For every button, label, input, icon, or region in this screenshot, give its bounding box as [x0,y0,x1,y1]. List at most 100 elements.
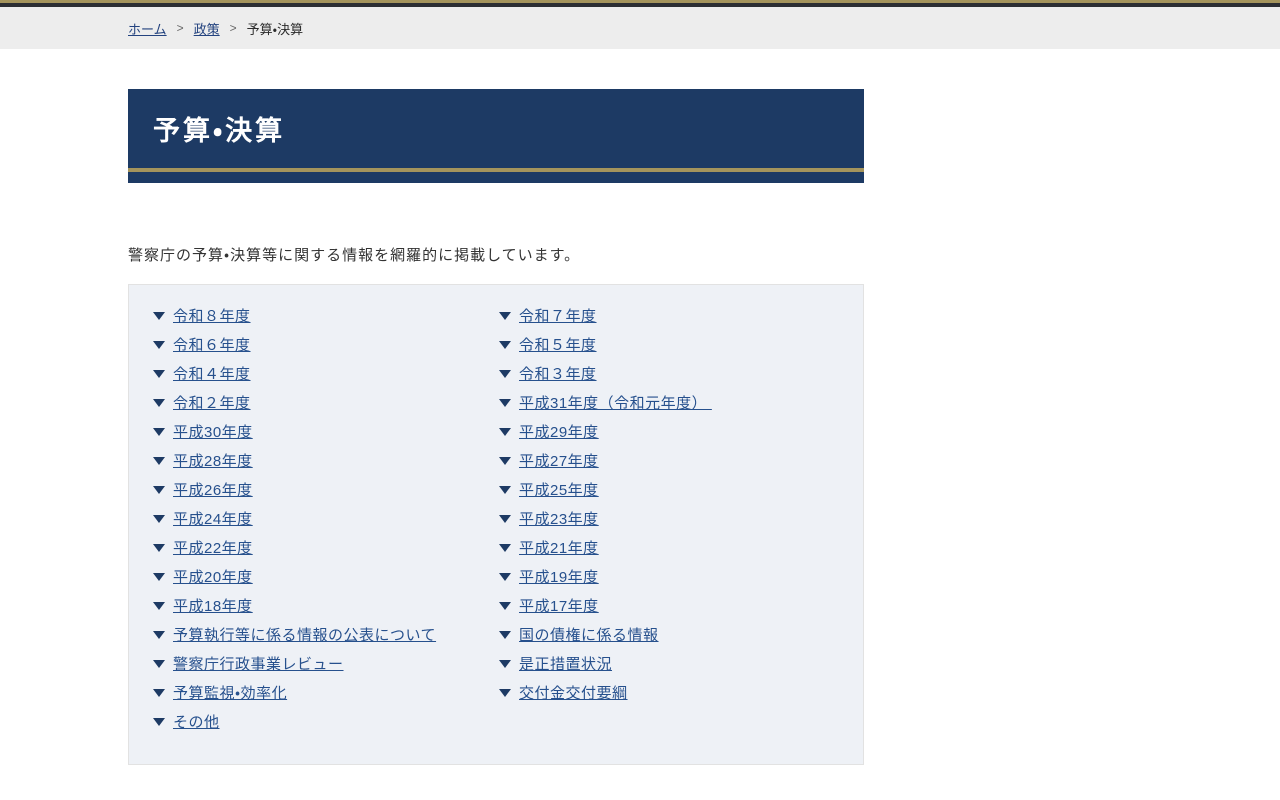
fiscal-year-link[interactable]: 令和５年度 [519,334,597,355]
fiscal-year-link[interactable]: 平成27年度 [519,450,599,471]
link-list-item: 平成30年度 [153,417,499,446]
fiscal-year-link[interactable]: 平成20年度 [173,566,253,587]
triangle-down-icon [153,688,165,697]
link-list-item: 平成28年度 [153,446,499,475]
fiscal-year-link[interactable]: 令和４年度 [173,363,251,384]
link-list-item: 令和６年度 [153,330,499,359]
fiscal-year-link[interactable]: 交付金交付要綱 [519,682,628,703]
link-list-item: 国の債権に係る情報 [499,620,839,649]
breadcrumb: ホーム > 政策 > 予算・決算 [128,19,303,38]
link-list-item: 平成22年度 [153,533,499,562]
link-list-item: 平成19年度 [499,562,839,591]
link-list-item: 令和２年度 [153,388,499,417]
link-list-item: 平成21年度 [499,533,839,562]
link-list-item: その他 [153,707,499,736]
breadcrumb-link-policy[interactable]: 政策 [194,19,220,38]
link-list-item: 平成18年度 [153,591,499,620]
triangle-down-icon [153,601,165,610]
triangle-down-icon [499,514,511,523]
triangle-down-icon [153,369,165,378]
triangle-down-icon [499,485,511,494]
fiscal-year-link[interactable]: 平成18年度 [173,595,253,616]
page-title-banner: 予算・決算 [128,89,864,183]
triangle-down-icon [499,630,511,639]
fiscal-year-link[interactable]: 予算監視・効率化 [173,682,287,703]
link-list-item: 平成20年度 [153,562,499,591]
link-list-item: 平成23年度 [499,504,839,533]
fiscal-year-link[interactable]: 国の債権に係る情報 [519,624,659,645]
fiscal-year-link[interactable]: 平成30年度 [173,421,253,442]
links-column-right: 令和７年度令和５年度令和３年度平成31年度（令和元年度） 平成29年度 平成27年… [499,301,839,736]
breadcrumb-separator-icon: > [229,21,237,35]
link-list-item: 是正措置状況 [499,649,839,678]
fiscal-year-link[interactable]: 平成22年度 [173,537,253,558]
fiscal-year-link[interactable]: 平成25年度 [519,479,599,500]
link-list-item: 平成24年度 [153,504,499,533]
triangle-down-icon [499,601,511,610]
fiscal-year-link[interactable]: 令和８年度 [173,305,251,326]
main-content: 予算・決算 警察庁の予算・決算等に関する情報を網羅的に掲載しています。 令和８年… [128,89,864,765]
triangle-down-icon [153,456,165,465]
triangle-down-icon [153,514,165,523]
link-list-item: 令和７年度 [499,301,839,330]
fiscal-year-link[interactable]: 平成31年度（令和元年度） [519,392,712,413]
link-list-item: 警察庁行政事業レビュー [153,649,499,678]
triangle-down-icon [153,572,165,581]
triangle-down-icon [153,398,165,407]
triangle-down-icon [499,340,511,349]
fiscal-year-link[interactable]: 平成26年度 [173,479,253,500]
link-list-item: 令和８年度 [153,301,499,330]
triangle-down-icon [153,340,165,349]
triangle-down-icon [153,543,165,552]
triangle-down-icon [499,369,511,378]
link-list-item: 平成29年度 [499,417,839,446]
fiscal-year-link[interactable]: 平成23年度 [519,508,599,529]
link-list-item: 平成17年度 [499,591,839,620]
fiscal-year-link[interactable]: 令和６年度 [173,334,251,355]
fiscal-year-links-panel: 令和８年度 令和６年度 令和４年度 令和２年度 平成30年度 平成28年度 平成26年度 平成… [128,284,864,765]
fiscal-year-link[interactable]: 予算執行等に係る情報の公表について [173,624,436,645]
link-list-item: 令和４年度 [153,359,499,388]
triangle-down-icon [499,572,511,581]
fiscal-year-link[interactable]: 平成28年度 [173,450,253,471]
fiscal-year-link[interactable]: 令和３年度 [519,363,597,384]
fiscal-year-link[interactable]: 警察庁行政事業レビュー [173,653,344,674]
breadcrumb-link-home[interactable]: ホーム [128,19,167,38]
triangle-down-icon [153,485,165,494]
triangle-down-icon [499,311,511,320]
breadcrumb-separator-icon: > [176,21,184,35]
fiscal-year-link[interactable]: 是正措置状況 [519,653,612,674]
link-list-item: 交付金交付要綱 [499,678,839,707]
triangle-down-icon [153,630,165,639]
fiscal-year-link[interactable]: 平成21年度 [519,537,599,558]
triangle-down-icon [499,688,511,697]
fiscal-year-link[interactable]: 令和７年度 [519,305,597,326]
fiscal-year-link[interactable]: その他 [173,711,220,732]
intro-text: 警察庁の予算・決算等に関する情報を網羅的に掲載しています。 [128,247,581,264]
link-list-item: 予算執行等に係る情報の公表について [153,620,499,649]
links-column-left: 令和８年度令和６年度令和４年度令和２年度平成30年度 平成28年度 平成26年度 平成… [153,301,499,736]
fiscal-year-link[interactable]: 令和２年度 [173,392,251,413]
link-list-item: 令和３年度 [499,359,839,388]
link-list-item: 平成25年度 [499,475,839,504]
triangle-down-icon [153,311,165,320]
triangle-down-icon [153,659,165,668]
page-title: 予算・決算 [153,116,286,146]
breadcrumb-bar: ホーム > 政策 > 予算・決算 [0,7,1280,49]
breadcrumb-current: 予算・決算 [246,21,304,37]
link-list-item: 令和５年度 [499,330,839,359]
triangle-down-icon [499,427,511,436]
fiscal-year-link[interactable]: 平成29年度 [519,421,599,442]
fiscal-year-link[interactable]: 平成19年度 [519,566,599,587]
triangle-down-icon [153,427,165,436]
triangle-down-icon [153,717,165,726]
fiscal-year-link[interactable]: 平成24年度 [173,508,253,529]
triangle-down-icon [499,543,511,552]
link-list-item: 平成26年度 [153,475,499,504]
banner-gold-rule [128,168,864,172]
triangle-down-icon [499,456,511,465]
link-list-item: 平成31年度（令和元年度） [499,388,839,417]
link-list-item: 予算監視・効率化 [153,678,499,707]
triangle-down-icon [499,659,511,668]
fiscal-year-link[interactable]: 平成17年度 [519,595,599,616]
